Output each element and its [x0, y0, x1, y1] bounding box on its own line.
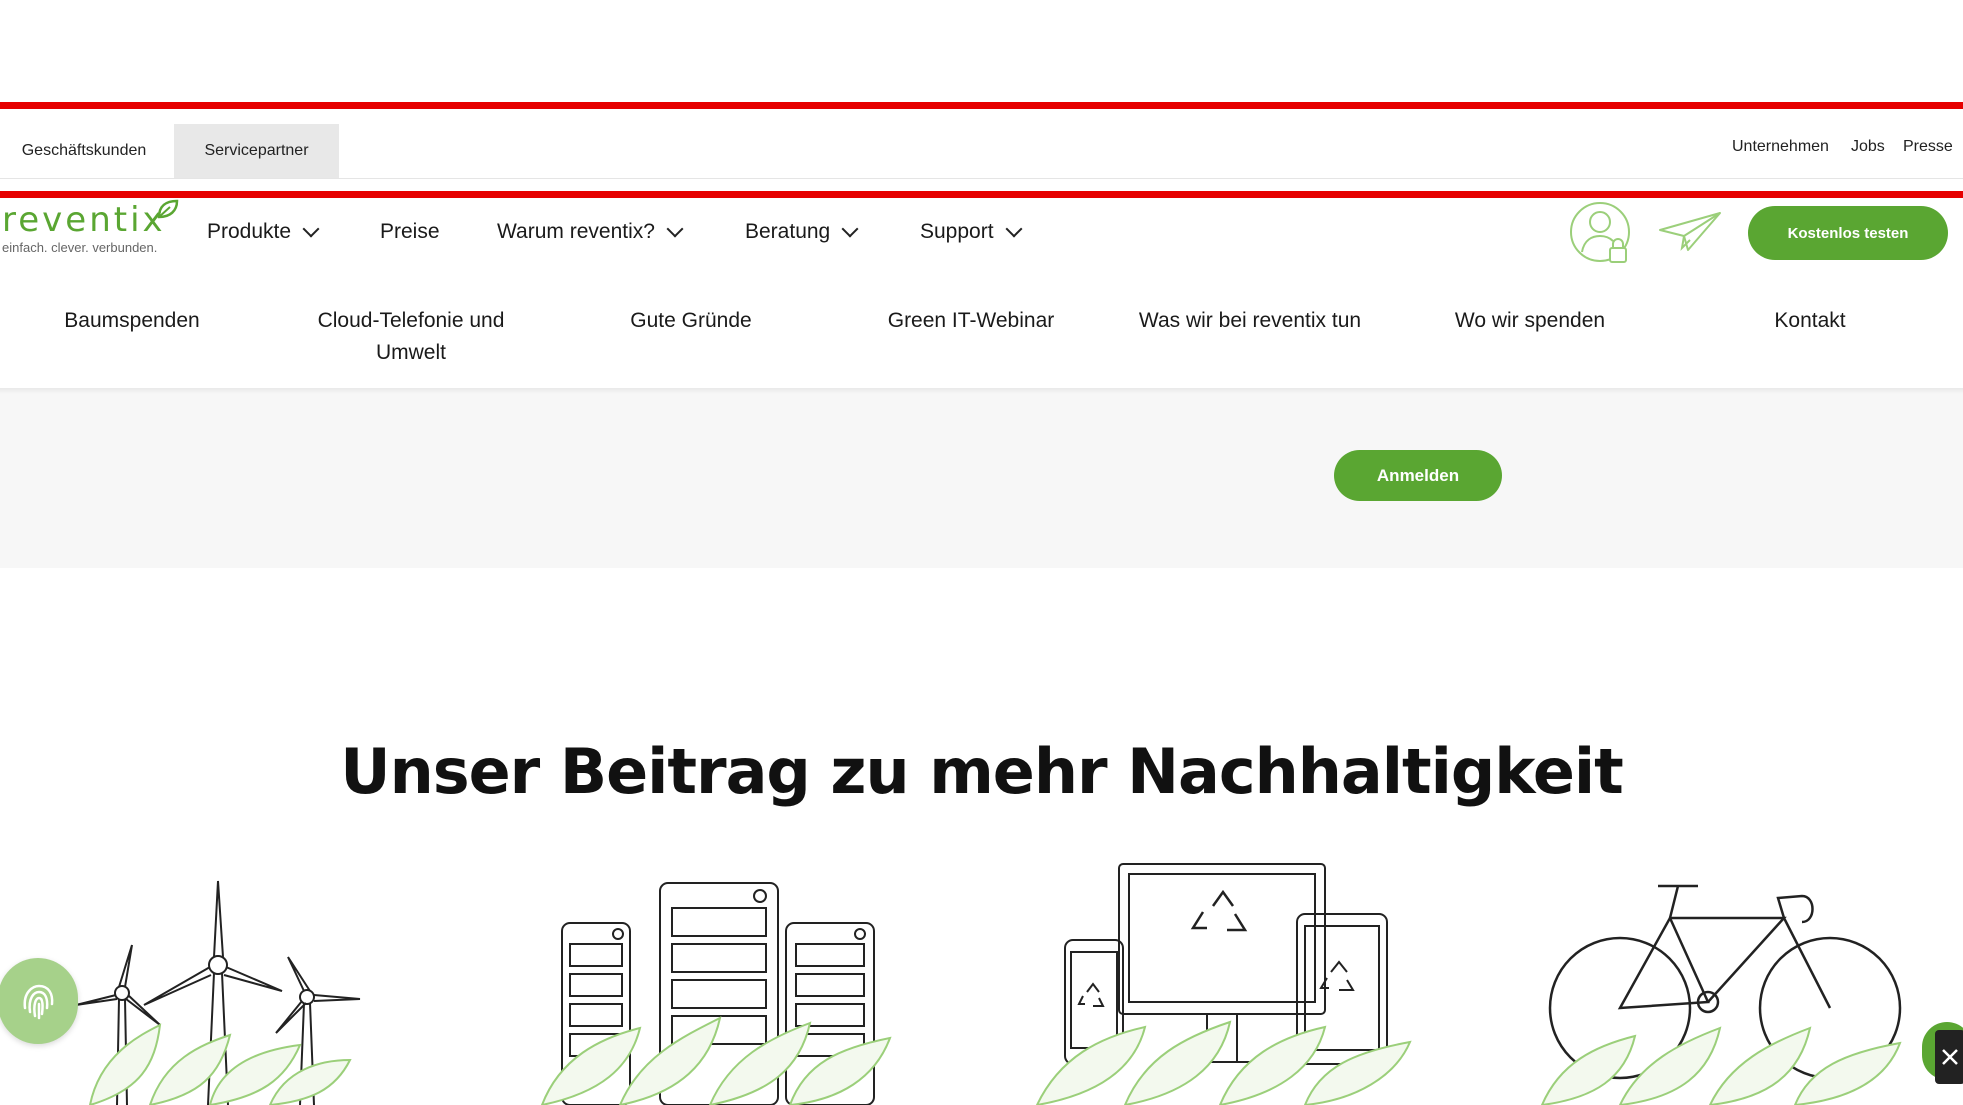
chevron-down-icon	[841, 220, 859, 238]
nav-warum-label: Warum reventix?	[497, 220, 655, 243]
kostenlos-testen-button[interactable]: Kostenlos testen	[1748, 206, 1948, 260]
subnav-baumspenden[interactable]: Baumspenden	[38, 305, 226, 337]
subnav-wo-wir-spenden[interactable]: Wo wir spenden	[1430, 305, 1630, 337]
nav-support[interactable]: Support	[920, 220, 1023, 244]
leaf-icon	[157, 199, 179, 219]
tab-geschaeftskunden[interactable]: Geschäftskunden	[0, 124, 168, 178]
section-title: Unser Beitrag zu mehr Nachhaltigkeit	[340, 735, 1624, 808]
anmelden-button[interactable]: Anmelden	[1334, 450, 1502, 501]
bicycle-icon	[1540, 884, 1902, 1105]
subnav-cloud-telefonie[interactable]: Cloud-Telefonie und Umwelt	[300, 305, 522, 369]
link-presse[interactable]: Presse	[1903, 138, 1953, 156]
nav-support-label: Support	[920, 220, 994, 243]
chevron-down-icon	[666, 220, 684, 238]
nav-preise-label: Preise	[380, 220, 440, 243]
subnav-kontakt[interactable]: Kontakt	[1745, 305, 1875, 337]
logo-wordmark: reventix	[2, 200, 166, 240]
top-red-border	[0, 102, 1963, 109]
link-jobs[interactable]: Jobs	[1851, 138, 1885, 156]
subnav-green-it-webinar[interactable]: Green IT-Webinar	[870, 305, 1072, 337]
expand-button[interactable]	[1935, 1030, 1963, 1084]
nav-preise[interactable]: Preise	[380, 220, 440, 244]
chevron-down-icon	[1005, 220, 1023, 238]
webinar-band	[0, 392, 1963, 568]
nav-produkte[interactable]: Produkte	[207, 220, 320, 244]
nav-beratung-label: Beratung	[745, 220, 831, 243]
topbar-divider	[0, 178, 1963, 179]
subnav-was-wir-tun[interactable]: Was wir bei reventix tun	[1122, 305, 1378, 337]
reventix-logo[interactable]: reventix einfach. clever. verbunden.	[2, 199, 180, 264]
header-shadow	[0, 388, 1963, 394]
bottom-red-border	[0, 191, 1963, 198]
logo-tagline: einfach. clever. verbunden.	[2, 240, 158, 255]
fingerprint-button[interactable]	[0, 958, 78, 1044]
subnav-gute-gruende[interactable]: Gute Gründe	[598, 305, 784, 337]
nav-produkte-label: Produkte	[207, 220, 292, 243]
paper-plane-icon[interactable]	[1658, 210, 1722, 254]
devices-recycling-icon	[1035, 863, 1412, 1105]
user-lock-icon[interactable]	[1570, 200, 1634, 266]
wind-turbines-icon	[75, 880, 361, 1105]
fingerprint-icon	[23, 984, 54, 1020]
link-unternehmen[interactable]: Unternehmen	[1732, 138, 1829, 156]
chevron-down-icon	[302, 220, 320, 238]
tab-servicepartner[interactable]: Servicepartner	[174, 124, 339, 178]
nav-warum-reventix[interactable]: Warum reventix?	[497, 220, 684, 244]
expand-icon	[1942, 1049, 1958, 1065]
nav-beratung[interactable]: Beratung	[745, 220, 859, 244]
servers-icon	[540, 882, 892, 1105]
